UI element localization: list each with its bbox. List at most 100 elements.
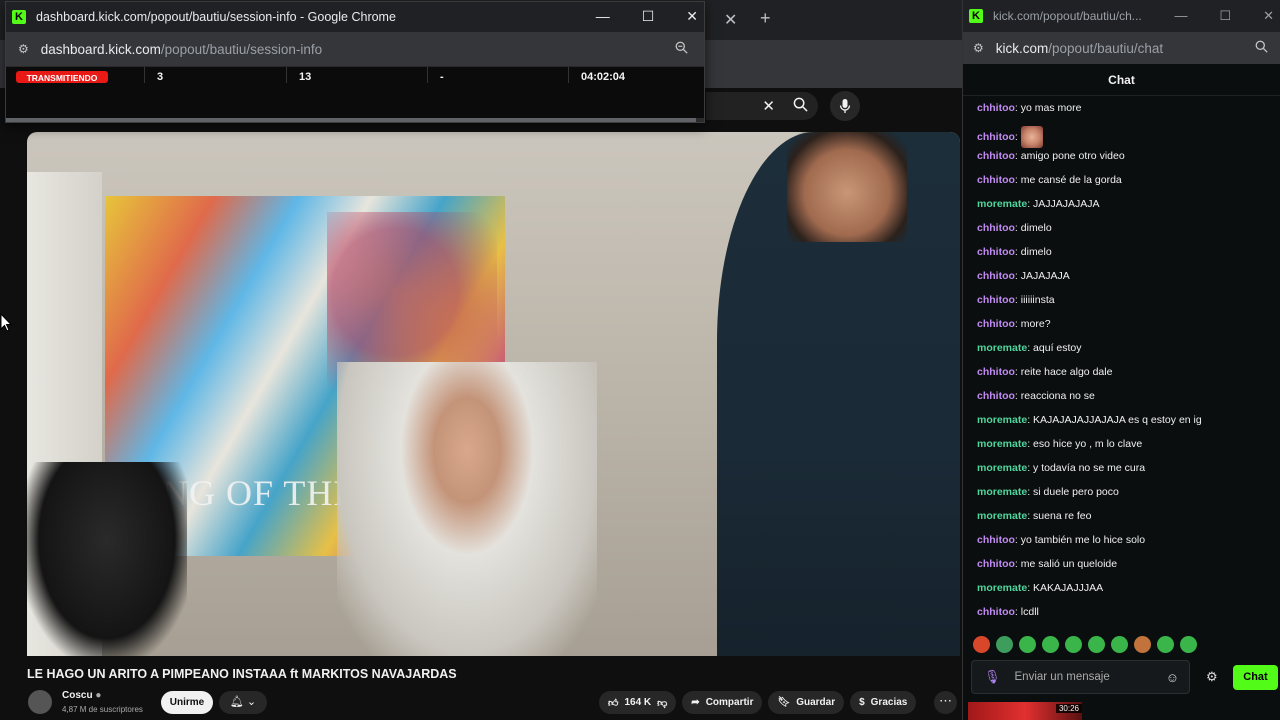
chevron-down-icon: ⌄ xyxy=(246,696,257,708)
search-icon[interactable] xyxy=(1255,40,1268,56)
bell-icon: 🔔︎ xyxy=(229,696,244,708)
chat-address-bar[interactable]: ⚙ kick.com/popout/bautiu/chat xyxy=(963,32,1280,64)
like-button[interactable]: 👍︎ 164 K 👎︎ xyxy=(599,691,677,714)
close-icon[interactable]: ✕ xyxy=(686,8,698,25)
chat-username[interactable]: moremate xyxy=(977,342,1027,354)
chat-message[interactable]: moremate: suena re feo xyxy=(977,510,1091,522)
video-player[interactable]: KING OF THE K xyxy=(27,132,960,656)
chat-username[interactable]: chhitoo xyxy=(977,558,1015,570)
emote-icon[interactable] xyxy=(1180,636,1197,653)
chat-username[interactable]: moremate xyxy=(977,438,1027,450)
chat-window-titlebar[interactable]: K kick.com/popout/bautiu/ch... — ☐ ✕ xyxy=(963,0,1280,32)
chat-username[interactable]: moremate xyxy=(977,462,1027,474)
chat-text: suena re feo xyxy=(1033,510,1092,522)
chat-message[interactable]: chhitoo: dimelo xyxy=(977,222,1052,234)
chat-username[interactable]: chhitoo xyxy=(977,606,1015,618)
emote-icon[interactable] xyxy=(973,636,990,653)
chat-message[interactable]: chhitoo: xyxy=(977,126,1043,148)
close-icon[interactable]: ✕ xyxy=(1263,8,1274,24)
minimize-icon[interactable]: — xyxy=(596,8,610,25)
chat-username[interactable]: chhitoo xyxy=(977,366,1015,378)
zoom-icon[interactable] xyxy=(675,41,688,57)
window-titlebar[interactable]: K dashboard.kick.com/popout/bautiu/sessi… xyxy=(6,2,704,32)
site-settings-icon[interactable]: ⚙ xyxy=(973,41,984,55)
chat-message[interactable]: moremate: eso hice yo , m lo clave xyxy=(977,438,1142,450)
voice-search-icon[interactable] xyxy=(830,91,860,121)
chat-message-list[interactable]: chhitoo: yo mas more chhitoo: chhitoo: am… xyxy=(963,96,1280,626)
emote-icon[interactable] xyxy=(1065,636,1082,653)
chat-settings-icon[interactable]: ⚙ xyxy=(1206,669,1218,685)
notifications-button[interactable]: 🔔︎ ⌄ xyxy=(219,691,267,714)
emoji-picker-icon[interactable]: ☺ xyxy=(1166,670,1179,685)
emote-icon[interactable] xyxy=(1111,636,1128,653)
chat-message[interactable]: chhitoo: amigo pone otro video xyxy=(977,150,1125,162)
scrollbar-thumb[interactable] xyxy=(6,118,696,122)
chat-username[interactable]: chhitoo xyxy=(977,270,1015,282)
chat-message[interactable]: chhitoo: me cansé de la gorda xyxy=(977,174,1122,186)
chat-message[interactable]: chhitoo: lcdll xyxy=(977,606,1039,618)
thumbs-down-icon[interactable]: 👎︎ xyxy=(657,697,667,709)
share-button[interactable]: ➦ Compartir xyxy=(682,691,763,714)
video-thumbnail[interactable]: 30:26 xyxy=(968,702,1082,720)
chat-username[interactable]: moremate xyxy=(977,414,1027,426)
emote-icon[interactable] xyxy=(1088,636,1105,653)
chat-message[interactable]: chhitoo: dimelo xyxy=(977,246,1052,258)
clear-search-icon[interactable]: ✕ xyxy=(762,97,775,115)
kick-logo-icon: K xyxy=(12,10,26,24)
chat-message[interactable]: chhitoo: iiiiiinsta xyxy=(977,294,1055,306)
send-chat-button[interactable]: Chat xyxy=(1233,665,1278,690)
save-button[interactable]: 🔖︎ Guardar xyxy=(768,691,845,714)
minimize-icon[interactable]: — xyxy=(1174,8,1187,24)
chat-username[interactable]: chhitoo xyxy=(977,150,1015,162)
mic-icon[interactable]: 🎙︎ xyxy=(984,669,1001,685)
chat-message[interactable]: moremate: aquí estoy xyxy=(977,342,1082,354)
emote-icon[interactable] xyxy=(996,636,1013,653)
emote-bar xyxy=(973,636,1197,653)
chat-message-input[interactable]: 🎙︎ Enviar un mensaje ☺ xyxy=(971,660,1190,694)
more-actions-icon[interactable]: ⋯ xyxy=(934,691,957,714)
emote-icon[interactable] xyxy=(1134,636,1151,653)
chat-username[interactable]: moremate xyxy=(977,582,1027,594)
chat-username[interactable]: chhitoo xyxy=(977,318,1015,330)
horizontal-scrollbar[interactable] xyxy=(6,118,704,122)
chat-username[interactable]: chhitoo xyxy=(977,246,1015,258)
chat-username[interactable]: chhitoo xyxy=(977,294,1015,306)
chat-message[interactable]: moremate: KAKAJAJJJAA xyxy=(977,582,1103,594)
chat-message[interactable]: chhitoo: yo mas more xyxy=(977,102,1081,114)
chat-username[interactable]: chhitoo xyxy=(977,534,1015,546)
chat-username[interactable]: chhitoo xyxy=(977,174,1015,186)
chat-username[interactable]: moremate xyxy=(977,510,1027,522)
chat-message[interactable]: moremate: KAJAJAJAJJAJAJA es q estoy en … xyxy=(977,414,1202,426)
site-settings-icon[interactable]: ⚙ xyxy=(18,42,29,56)
chat-username[interactable]: moremate xyxy=(977,198,1027,210)
chat-username[interactable]: chhitoo xyxy=(977,222,1015,234)
dollar-heart-icon: $ xyxy=(859,697,865,708)
chat-message[interactable]: moremate: y todavía no se me cura xyxy=(977,462,1145,474)
new-tab-icon[interactable]: + xyxy=(760,8,771,29)
chat-username[interactable]: moremate xyxy=(977,486,1027,498)
join-button[interactable]: Unirme xyxy=(161,691,213,714)
chat-message[interactable]: chhitoo: more? xyxy=(977,318,1051,330)
maximize-icon[interactable]: ☐ xyxy=(1219,8,1231,24)
address-bar[interactable]: ⚙ dashboard.kick.com/popout/bautiu/sessi… xyxy=(6,32,704,66)
chat-username[interactable]: chhitoo xyxy=(977,131,1015,143)
channel-avatar[interactable] xyxy=(28,690,52,714)
thanks-button[interactable]: $ Gracias xyxy=(850,691,917,714)
chat-message[interactable]: chhitoo: reite hace algo dale xyxy=(977,366,1112,378)
chat-message[interactable]: chhitoo: yo también me lo hice solo xyxy=(977,534,1145,546)
emote-icon[interactable] xyxy=(1019,636,1036,653)
search-icon[interactable] xyxy=(793,97,808,116)
maximize-icon[interactable]: ☐ xyxy=(642,8,655,25)
chat-username[interactable]: chhitoo xyxy=(977,102,1015,114)
chat-message[interactable]: chhitoo: JAJAJAJA xyxy=(977,270,1070,282)
close-tab-icon[interactable]: ✕ xyxy=(724,10,737,30)
chat-message[interactable]: chhitoo: me salió un queloide xyxy=(977,558,1117,570)
emote-icon[interactable] xyxy=(1042,636,1059,653)
channel-name[interactable]: Coscu ● xyxy=(62,690,101,701)
chat-message[interactable]: chhitoo: reacciona no se xyxy=(977,390,1095,402)
search-box[interactable]: ✕ xyxy=(706,92,818,120)
chat-username[interactable]: chhitoo xyxy=(977,390,1015,402)
chat-message[interactable]: moremate: si duele pero poco xyxy=(977,486,1119,498)
emote-icon[interactable] xyxy=(1157,636,1174,653)
chat-message[interactable]: moremate: JAJJAJAJAJA xyxy=(977,198,1100,210)
